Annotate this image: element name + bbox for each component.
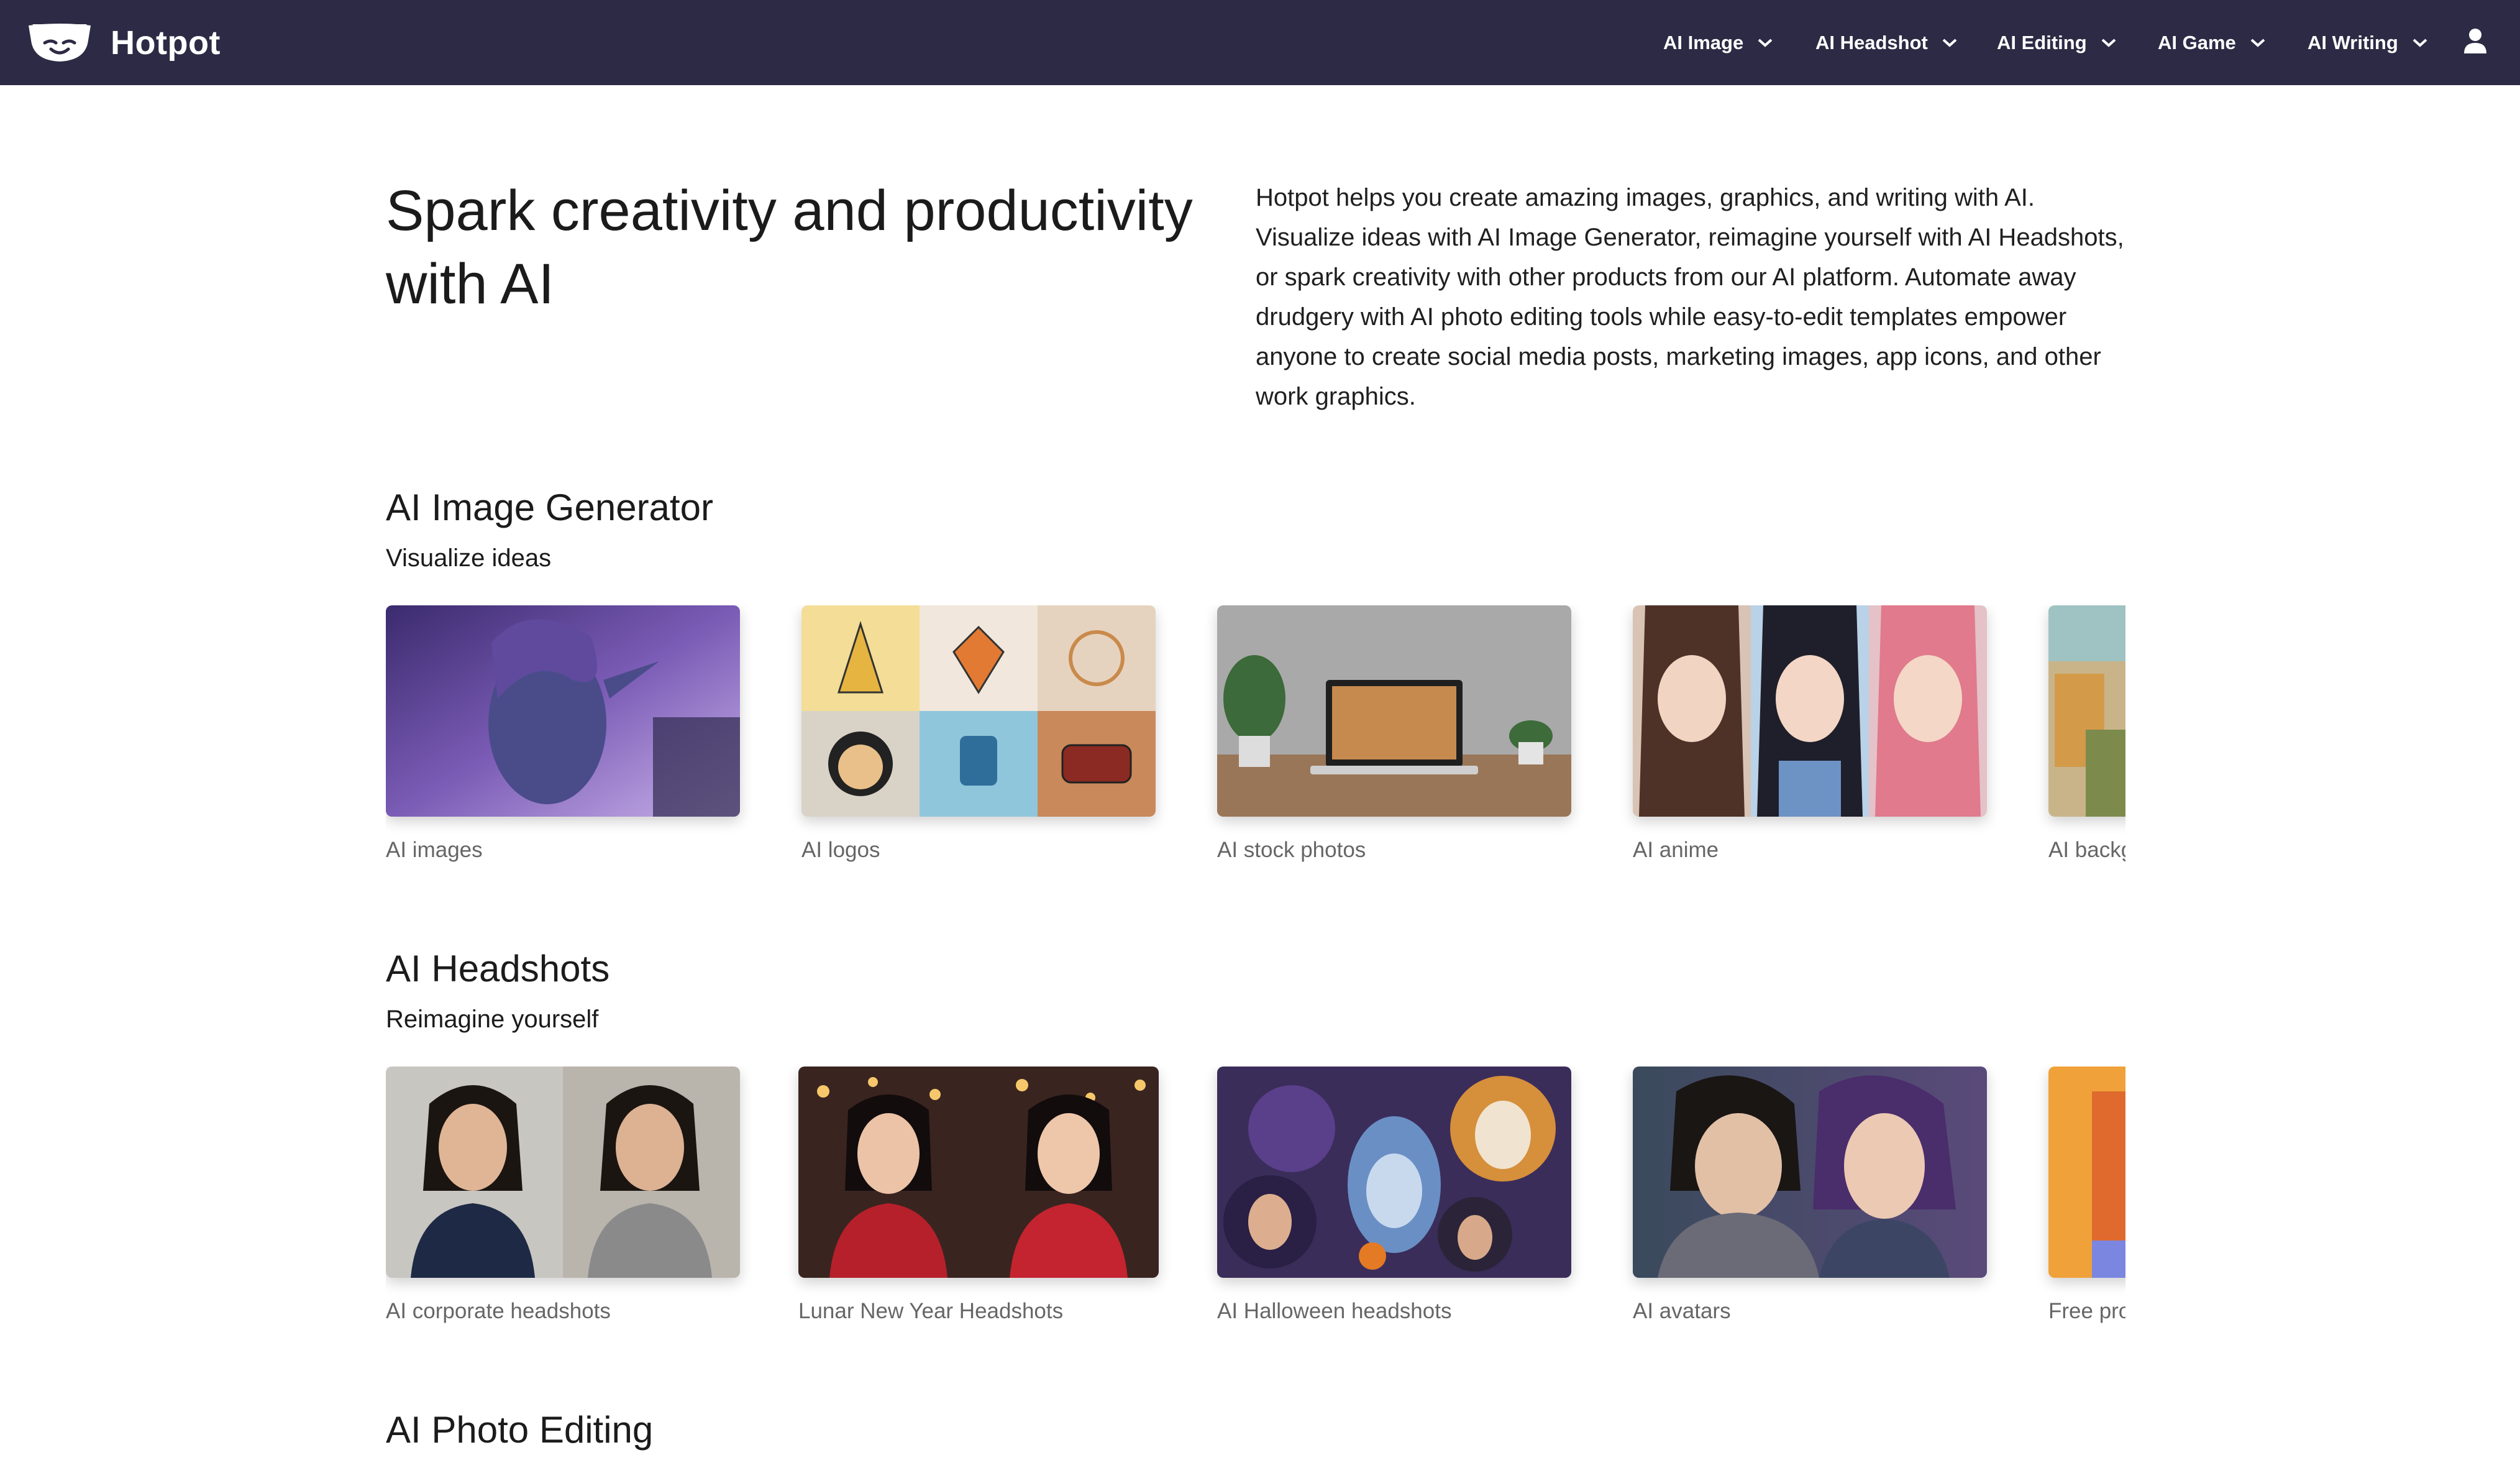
card-thumbnail [801, 605, 1156, 817]
card-ai-corporate-headshots[interactable]: AI corporate headshots [386, 1067, 740, 1324]
card-lunar-new-year-headshots[interactable]: Lunar New Year Headshots [798, 1067, 1159, 1324]
hero-description: Hotpot helps you create amazing images, … [1256, 184, 2124, 410]
card-thumbnail [1217, 605, 1571, 817]
chevron-down-icon [2413, 39, 2427, 47]
card-thumbnail [798, 1067, 1159, 1278]
card-free-profile-pictures[interactable]: Free profile pictures [2048, 1067, 2125, 1324]
card-ai-avatars[interactable]: AI avatars [1633, 1067, 1987, 1324]
section-subtitle: Reimagine yourself [386, 1006, 599, 1033]
nav-ai-game[interactable]: AI Game [2158, 0, 2266, 85]
chevron-down-icon [1758, 39, 1773, 47]
card-ai-images[interactable]: AI images [386, 605, 740, 863]
card-label: AI avatars [1633, 1299, 1731, 1323]
laptop-desk-image [1217, 605, 1571, 817]
card-label: AI Halloween headshots [1217, 1299, 1452, 1323]
account-button[interactable] [2460, 26, 2490, 56]
card-label: AI logos [801, 838, 880, 862]
card-carousel-ai-headshots[interactable]: AI corporate headshots Lunar New Year He… [386, 1067, 2125, 1334]
nav-label: AI Game [2158, 31, 2236, 53]
nav-label: AI Writing [2308, 31, 2398, 53]
card-carousel-ai-image[interactable]: AI images AI logos AI stock photos AI an… [386, 605, 2125, 873]
user-icon [2464, 29, 2486, 53]
profile-gradient-image [2048, 1067, 2125, 1278]
lunar-new-year-image [798, 1067, 1159, 1278]
nav-ai-headshot[interactable]: AI Headshot [1815, 0, 1958, 85]
chevron-down-icon [2101, 39, 2116, 47]
card-ai-logos[interactable]: AI logos [801, 605, 1156, 863]
brand-logo-link[interactable]: Hotpot [26, 19, 221, 67]
card-thumbnail [2048, 605, 2125, 817]
card-ai-backgrounds[interactable]: AI backgrounds [2048, 605, 2125, 863]
card-ai-anime[interactable]: AI anime [1633, 605, 1987, 863]
brand-name: Hotpot [111, 24, 221, 62]
corporate-headshots-image [386, 1067, 740, 1278]
chevron-down-icon [2250, 39, 2265, 47]
card-thumbnail [1217, 1067, 1571, 1278]
hotpot-logo-icon [29, 24, 91, 62]
halloween-collage-image [1217, 1067, 1571, 1278]
nav-label: AI Headshot [1815, 31, 1928, 53]
nav-label: AI Editing [1997, 31, 2087, 53]
section-title-ai-image-generator: AI Image Generator [386, 487, 713, 528]
card-ai-stock-photos[interactable]: AI stock photos [1217, 605, 1571, 863]
card-thumbnail [386, 1067, 740, 1278]
logo-grid-image [801, 605, 1156, 817]
elf-portrait-image [386, 605, 740, 817]
card-thumbnail [1633, 1067, 1987, 1278]
hero-title: Spark creativity and productivity with A… [386, 179, 1193, 316]
nav-ai-editing[interactable]: AI Editing [1997, 0, 2117, 85]
card-label: AI corporate headshots [386, 1299, 611, 1323]
top-navigation-bar: Hotpot AI Image AI Headshot AI Editing A… [0, 0, 2520, 85]
fantasy-avatars-image [1633, 1067, 1987, 1278]
anime-girls-image [1633, 605, 1987, 817]
town-landscape-image [2048, 605, 2125, 817]
card-thumbnail [2048, 1067, 2125, 1278]
section-subtitle: Visualize ideas [386, 544, 552, 572]
card-thumbnail [1633, 605, 1987, 817]
nav-ai-writing[interactable]: AI Writing [2308, 0, 2428, 85]
card-label: AI backgrounds [2048, 838, 2125, 862]
section-title-ai-photo-editing: AI Photo Editing [386, 1409, 654, 1451]
nav-ai-image[interactable]: AI Image [1663, 0, 1773, 85]
section-title-ai-headshots: AI Headshots [386, 948, 610, 989]
chevron-down-icon [1942, 39, 1957, 47]
card-label: AI images [386, 838, 483, 862]
card-label: AI stock photos [1217, 838, 1366, 862]
card-ai-halloween-headshots[interactable]: AI Halloween headshots [1217, 1067, 1571, 1324]
nav-label: AI Image [1663, 31, 1744, 53]
card-label: Lunar New Year Headshots [798, 1299, 1064, 1323]
card-thumbnail [386, 605, 740, 817]
card-label: Free profile pictures [2048, 1299, 2125, 1323]
card-label: AI anime [1633, 838, 1719, 862]
